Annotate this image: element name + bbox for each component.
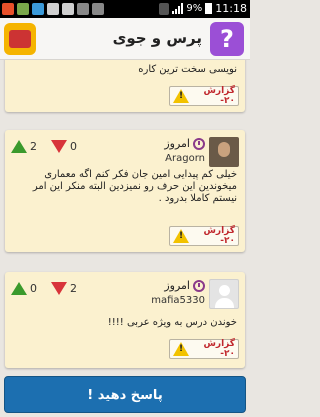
downvote-button[interactable] [51,282,67,295]
email-icon [47,3,59,15]
answer-card: امروز mafia5330 0 2 خوندن درس به ویژه عر… [5,272,245,368]
avatar[interactable] [209,137,239,167]
kik-icon [2,3,14,15]
battery-percent: 9% [186,3,203,14]
vote-controls: 0 2 [11,282,77,295]
usb-icon [77,3,89,15]
status-bar: 9% 11:18 [0,0,250,18]
post-date: امروز [164,137,205,150]
post-date: امروز [164,279,205,292]
upvote-button[interactable] [11,140,27,153]
date-label: امروز [164,279,190,292]
report-button[interactable]: گزارش ۲۰- [169,86,239,106]
clock-time: 11:18 [215,2,247,15]
upvote-count: 0 [30,282,37,295]
warning-icon [173,342,189,356]
debug-icon [92,3,104,15]
sms-icon [32,3,44,15]
clock-icon [193,279,205,292]
app-header: پرس و جوی ? [0,18,250,60]
date-label: امروز [164,137,190,150]
downvote-count: 2 [70,282,77,295]
answers-list[interactable]: نویسی سخت ترین کاره گزارش ۲۰- امروز Arag… [0,60,250,372]
username[interactable]: mafia5330 [151,295,205,306]
help-button[interactable]: ? [210,22,244,56]
signal-icon [172,3,184,14]
answer-bar: پاسخ دهید ! [0,372,250,417]
battery-icon [205,3,213,14]
answer-body: خوندن درس به ویژه عربی !!!! [107,317,237,328]
app-logo-icon [4,23,36,55]
answer-card: نویسی سخت ترین کاره گزارش ۲۰- [5,60,245,112]
clock-icon [193,137,205,150]
email-icon [62,3,74,15]
report-button[interactable]: گزارش ۲۰- [169,339,239,359]
answer-button[interactable]: پاسخ دهید ! [4,376,246,413]
report-label: گزارش ۲۰- [203,86,235,106]
username[interactable]: Aragorn [165,153,205,164]
vote-controls: 2 0 [11,140,77,153]
report-label: گزارش ۲۰- [203,226,235,246]
report-button[interactable]: گزارش ۲۰- [169,226,239,246]
answer-body: خیلی کم پیدایی امین جان فکر کنم اگه معما… [32,169,237,204]
answer-body: نویسی سخت ترین کاره [138,64,237,75]
downvote-count: 0 [70,140,77,153]
upvote-button[interactable] [11,282,27,295]
warning-icon [173,229,189,243]
wifi-icon [159,2,170,15]
downvote-button[interactable] [51,140,67,153]
warning-icon [173,89,189,103]
upvote-count: 2 [30,140,37,153]
avatar[interactable] [209,279,239,309]
image-icon [17,3,29,15]
page-title: پرس و جوی [112,29,202,47]
report-label: گزارش ۲۰- [203,339,235,359]
answer-card: امروز Aragorn 2 0 خیلی کم پیدایی امین جا… [5,130,245,252]
notification-icons [2,3,104,15]
